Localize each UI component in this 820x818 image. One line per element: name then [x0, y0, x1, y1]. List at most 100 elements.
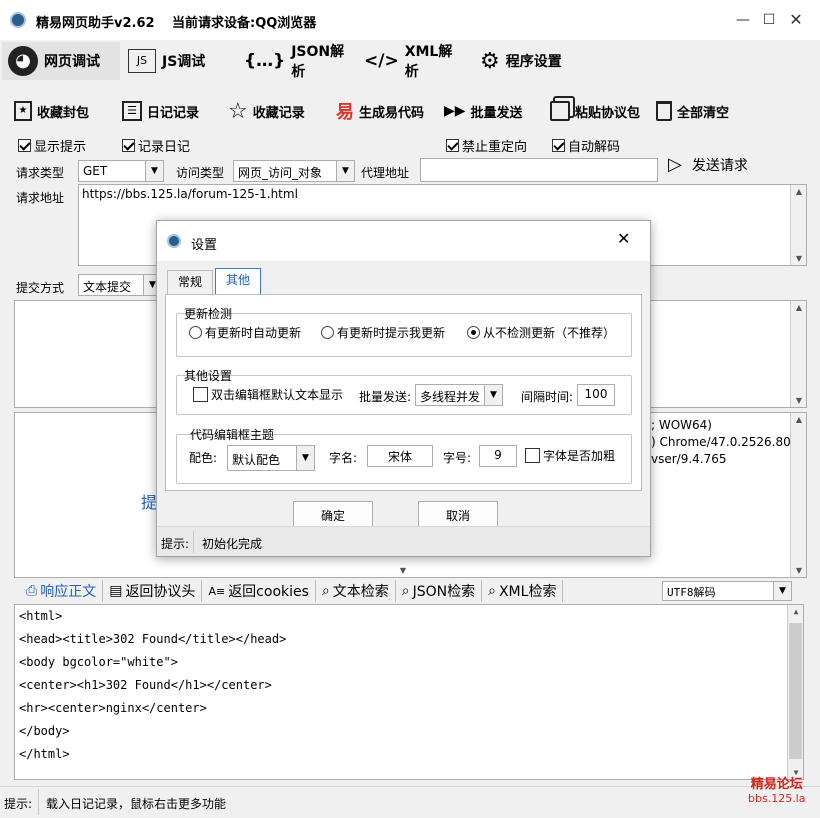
batch-send-select[interactable]: 多线程并发 ▼	[415, 384, 503, 406]
group-title: 代码编辑框主题	[190, 428, 275, 442]
toolbar-favorite-record[interactable]: ☆ 收藏记录	[228, 96, 305, 126]
editor-theme-group: 代码编辑框主题 配色: 默认配色 ▼ 字名: 宋体 字号: 9 字体是否加粗	[176, 428, 632, 484]
tab-label: 返回协议头	[125, 584, 196, 600]
checkbox[interactable]	[18, 139, 31, 152]
code-line: </html>	[19, 747, 70, 761]
tab-web-debug[interactable]: ◕ 网页调试	[2, 42, 120, 80]
scroll-down-icon[interactable]: ▼	[395, 566, 411, 575]
chevron-down-icon[interactable]: ▼	[773, 582, 791, 600]
radio-button[interactable]	[467, 326, 480, 339]
scroll-up-icon[interactable]: ▲	[791, 303, 807, 312]
tab-js-debug[interactable]: JS JS调试	[122, 42, 222, 80]
toolbar-paste-protocol[interactable]: 粘贴协议包	[550, 96, 640, 126]
checkbox[interactable]	[446, 139, 459, 152]
code-line: <html>	[19, 609, 63, 623]
tab-label: 文本检索	[332, 584, 389, 600]
radio-prompt-update[interactable]: 有更新时提示我更新	[321, 324, 445, 341]
tab-json-search[interactable]: ⌕ JSON检索	[396, 580, 483, 602]
no-redirect-checkbox[interactable]: 禁止重定向	[446, 136, 527, 155]
tab-response-headers[interactable]: ▤ 返回协议头	[103, 580, 203, 602]
tab-response-body[interactable]: ⎙ 响应正文	[20, 580, 104, 602]
dbl-click-checkbox[interactable]: 双击编辑框默认文本显示	[193, 386, 343, 403]
gear-icon: ⚙	[480, 48, 500, 74]
submit-method-select[interactable]: 文本提交 ▼	[78, 274, 162, 296]
encoding-select[interactable]: UTF8解码 ▼	[662, 581, 792, 601]
chevron-down-icon[interactable]: ▼	[296, 446, 314, 470]
url-label: 请求地址	[16, 191, 65, 205]
tab-label: 返回cookies	[228, 584, 309, 600]
post-data-scrollbar[interactable]: ▲ ▼	[790, 301, 806, 407]
toolbar-collect-packet[interactable]: ★ 收藏封包	[14, 96, 89, 126]
scroll-down-icon[interactable]: ▼	[791, 396, 807, 405]
code-brackets-icon: </>	[364, 51, 399, 71]
checkbox-label: 记录日记	[138, 140, 191, 155]
scroll-thumb[interactable]	[789, 623, 802, 759]
code-line: <center><h1>302 Found</h1></center>	[19, 678, 272, 692]
maximize-button[interactable]: ☐	[754, 8, 784, 32]
proxy-input[interactable]	[420, 158, 658, 182]
interval-input[interactable]: 100	[577, 384, 615, 406]
toolbar-clear-all[interactable]: 全部清空	[656, 96, 729, 126]
dialog-status-bar: 提示: 初始化完成	[157, 526, 650, 556]
toolbar-generate-code[interactable]: 易 生成易代码	[336, 96, 424, 126]
tab-settings[interactable]: ⚙ 程序设置	[474, 42, 584, 80]
radio-button[interactable]	[321, 326, 334, 339]
update-check-group: 更新检测 有更新时自动更新 有更新时提示我更新 从不检测更新（不推荐）	[176, 307, 632, 357]
tab-xml-parse[interactable]: </> XML解析	[358, 42, 470, 80]
scroll-up-icon[interactable]: ▲	[791, 415, 807, 424]
tab-label: JSON解析	[291, 44, 345, 80]
scroll-down-icon[interactable]: ▼	[791, 566, 807, 575]
checkbox[interactable]	[122, 139, 135, 152]
scroll-down-icon[interactable]: ▼	[788, 768, 804, 777]
send-request-label: 发送请求	[691, 157, 748, 174]
tab-json-parse[interactable]: {…} JSON解析	[238, 42, 358, 80]
tab-xml-search[interactable]: ⌕ XML检索	[482, 580, 564, 602]
chevron-down-icon[interactable]: ▼	[336, 161, 354, 181]
response-body-editor[interactable]: <html> <head><title>302 Found</title></h…	[14, 604, 804, 780]
radio-never-check[interactable]: 从不检测更新（不推荐）	[467, 324, 615, 341]
record-log-checkbox[interactable]: 记录日记	[122, 136, 190, 155]
checkbox[interactable]	[525, 448, 540, 463]
tab-label: 响应正文	[40, 584, 97, 600]
tab-response-cookies[interactable]: A≡ 返回cookies	[202, 580, 316, 602]
scroll-up-icon[interactable]: ▲	[788, 607, 804, 616]
chevron-down-icon[interactable]: ▼	[145, 161, 163, 181]
tab-general[interactable]: 常规	[167, 270, 214, 294]
app-window: 精易网页助手v2.62 当前请求设备:QQ浏览器 — ☐ ✕ ◕ 网页调试 JS…	[0, 0, 820, 818]
response-scrollbar[interactable]: ▲ ▼	[787, 605, 803, 779]
font-size-input[interactable]: 9	[479, 445, 517, 467]
chevron-down-icon[interactable]: ▼	[484, 385, 502, 405]
show-tips-checkbox[interactable]: 显示提示	[18, 136, 86, 155]
checkbox[interactable]	[552, 139, 565, 152]
font-name-input[interactable]: 宋体	[367, 445, 433, 467]
dialog-title-bar: 设置 ✕	[157, 221, 650, 261]
scroll-up-icon[interactable]: ▲	[791, 187, 807, 196]
headers-scrollbar[interactable]: ▲ ▼	[790, 413, 806, 577]
toolbar-log-record[interactable]: ☰ 日记记录	[122, 96, 199, 126]
settings-dialog: 设置 ✕ 常规 其他 更新检测 有更新时自动更新 有更新时提示我更新 从不检测更…	[156, 220, 651, 557]
auto-decode-checkbox[interactable]: 自动解码	[552, 136, 620, 155]
tab-text-search[interactable]: ⌕ 文本检索	[316, 580, 396, 602]
main-tabs: ◕ 网页调试 JS JS调试 {…} JSON解析 </> XML解析 ⚙ 程序…	[0, 40, 820, 82]
toolbar-batch-send[interactable]: ▶▶ 批量发送	[444, 96, 523, 126]
bold-font-checkbox[interactable]: 字体是否加粗	[525, 447, 615, 464]
divider	[38, 789, 39, 815]
color-scheme-select[interactable]: 默认配色 ▼	[227, 445, 315, 471]
close-button[interactable]: ✕	[781, 8, 811, 32]
search-icon: ⌕	[401, 583, 410, 599]
tab-other[interactable]: 其他	[215, 268, 262, 295]
tab-label: 程序设置	[505, 54, 562, 70]
tab-label: 网页调试	[44, 54, 100, 70]
scroll-down-icon[interactable]: ▼	[791, 254, 807, 263]
request-type-label: 请求类型	[16, 166, 65, 180]
checkbox[interactable]	[193, 387, 208, 402]
radio-auto-update[interactable]: 有更新时自动更新	[189, 324, 301, 341]
send-request-button[interactable]: ▷ 发送请求	[668, 154, 748, 175]
url-scrollbar[interactable]: ▲ ▼	[790, 185, 806, 265]
tab-label: JSON检索	[412, 584, 476, 600]
request-type-select[interactable]: GET ▼	[78, 160, 164, 182]
access-type-select[interactable]: 网页_访问_对象 ▼	[233, 160, 355, 182]
search-icon: ⌕	[488, 583, 496, 599]
radio-button[interactable]	[189, 326, 202, 339]
dialog-close-icon[interactable]: ✕	[617, 229, 630, 248]
